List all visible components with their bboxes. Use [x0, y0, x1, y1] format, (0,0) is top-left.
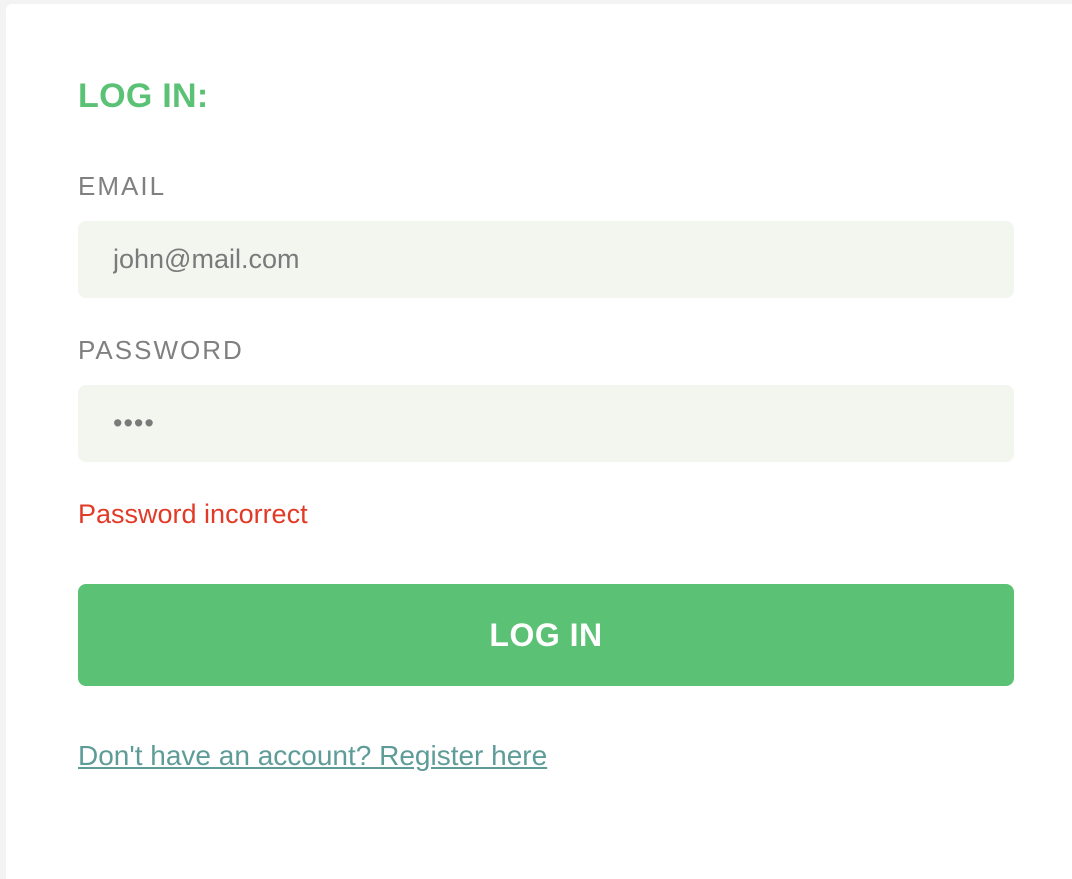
password-field[interactable] [78, 385, 1014, 462]
email-label: EMAIL [78, 171, 167, 201]
register-link[interactable]: Don't have an account? Register here [78, 740, 547, 772]
login-card: LOG IN: EMAIL PASSWORD Password incorrec… [6, 4, 1072, 879]
error-message: Password incorrect [78, 499, 308, 529]
form-title: LOG IN: [78, 77, 209, 115]
password-label: PASSWORD [78, 335, 244, 365]
email-field[interactable] [78, 221, 1014, 298]
login-button[interactable]: LOG IN [78, 584, 1014, 686]
